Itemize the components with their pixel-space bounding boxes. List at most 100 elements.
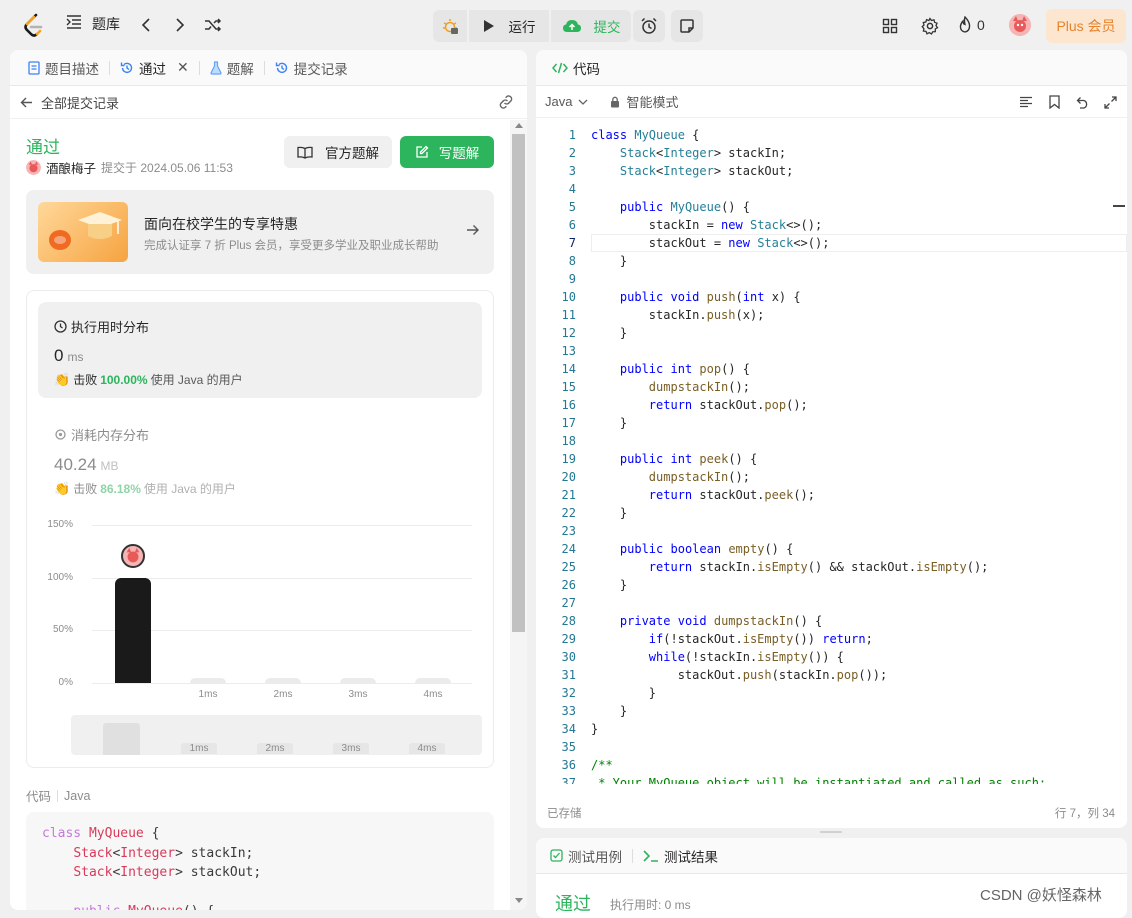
clap-icon: 👏 <box>54 480 71 496</box>
line-number: 30 <box>561 650 576 664</box>
code-preview-line: class MyQueue { <box>42 826 160 841</box>
plus-membership-button[interactable]: Plus 会员 <box>1046 9 1126 43</box>
timer-button[interactable] <box>633 10 665 42</box>
line-number: 32 <box>561 686 576 700</box>
user-avatar[interactable] <box>1009 14 1031 36</box>
next-problem-button[interactable] <box>164 9 196 41</box>
avatar[interactable] <box>26 160 41 175</box>
line-number: 8 <box>568 254 576 268</box>
run-submit-group: 运行 提交 <box>433 10 631 42</box>
line-number: 34 <box>561 722 576 736</box>
submission-detail: 通过 酒酿梅子 提交于 2024.05.06 11:53 官方题解 写题解 面向… <box>10 120 510 910</box>
chart-bar[interactable] <box>415 678 451 683</box>
code-line: stackIn.push(x); <box>591 308 765 322</box>
code-line: return stackOut.peek(); <box>648 488 815 502</box>
code-line: public int peek() { <box>619 452 758 466</box>
chart-bar[interactable] <box>340 678 376 683</box>
scroll-thumb[interactable] <box>512 134 525 632</box>
memory-beat-row: 👏 击败 86.18% 使用 Java 的用户 <box>54 480 236 497</box>
layout-grid-icon <box>882 18 898 34</box>
expand-icon <box>1103 95 1117 109</box>
debug-button[interactable] <box>433 10 467 42</box>
checkbox-icon <box>550 849 563 862</box>
gear-icon <box>921 17 939 35</box>
submitter-row: 酒酿梅子 提交于 2024.05.06 11:53 <box>26 158 233 177</box>
line-number: 4 <box>568 182 576 196</box>
run-button[interactable]: 运行 <box>469 10 549 42</box>
play-icon <box>483 20 494 32</box>
line-number: 18 <box>561 434 576 448</box>
language-select[interactable]: Java <box>545 94 588 109</box>
tab-test-result[interactable]: 测试结果 <box>637 838 724 874</box>
promo-title: 面向在校学生的专享特惠 <box>144 216 298 232</box>
code-line: } <box>591 704 628 718</box>
chevron-left-icon <box>141 18 150 32</box>
code-preview-line <box>42 883 478 903</box>
tab-code[interactable]: 代码 <box>546 50 606 86</box>
tab-description[interactable]: 题目描述 <box>22 50 105 86</box>
memory-title-row: 消耗内存分布 <box>54 425 149 444</box>
chart-bar[interactable] <box>265 678 301 683</box>
link-icon[interactable] <box>498 95 514 112</box>
tab-testcases[interactable]: 测试用例 <box>544 838 628 874</box>
chart-bar[interactable] <box>190 678 226 683</box>
notes-button[interactable] <box>671 10 703 42</box>
fullscreen-button[interactable] <box>1094 86 1126 118</box>
username[interactable]: 酒酿梅子 <box>46 158 96 177</box>
code-line: public MyQueue() { <box>619 200 750 214</box>
y-tick-label: 100% <box>47 571 73 583</box>
random-problem-button[interactable] <box>197 9 229 41</box>
scroll-up-arrow[interactable] <box>515 123 523 128</box>
runtime-beat-row: 👏 击败 100.00% 使用 Java 的用户 <box>54 371 243 388</box>
code-preview-lines: class MyQueue { Stack<Integer> stackIn; … <box>42 824 478 910</box>
code-editor[interactable]: 1 2 3 4 5 6 7 8 9 10 11 12 13 14 15 16 17 18 19 20 21 22 23 24 2… <box>536 126 1127 784</box>
code-label: 代码 <box>26 790 52 804</box>
tab-submissions[interactable]: 提交记录 <box>269 50 354 86</box>
grid-line <box>92 577 472 579</box>
write-solution-button[interactable]: 写题解 <box>400 136 494 168</box>
line-number: 23 <box>561 524 576 538</box>
official-solution-button[interactable]: 官方题解 <box>284 136 392 168</box>
y-tick-label: 50% <box>52 624 73 636</box>
editor-panel: 代码 Java 智能模式 1 2 3 4 5 6 7 8 9 10 11 12 13 14 15 16 17 18… <box>536 50 1127 828</box>
tab-accepted[interactable]: 通过 ✕ <box>114 50 195 86</box>
memory-section[interactable]: 消耗内存分布 40.24 MB 👏 击败 86.18% 使用 Java 的用户 <box>38 409 482 505</box>
code-line: return stackIn.isEmpty() && stackOut.isE… <box>648 560 989 574</box>
chart-bar[interactable] <box>115 577 151 683</box>
problem-bank-button[interactable]: 题库 <box>66 14 120 34</box>
scroll-down-arrow[interactable] <box>515 898 523 903</box>
panel-resize-handle[interactable] <box>820 831 842 833</box>
tab-accepted-label: 通过 <box>139 61 166 77</box>
mini-tick-label: 1ms <box>181 743 217 754</box>
chip-icon <box>55 429 66 440</box>
leetcode-logo[interactable] <box>18 9 50 41</box>
terminal-icon <box>643 849 658 862</box>
submit-label: 提交 <box>593 20 621 35</box>
streak-counter[interactable]: 0 <box>958 16 985 33</box>
watermark: CSDN @妖怪森林 <box>980 887 1102 904</box>
layout-button[interactable] <box>874 10 906 42</box>
code-line: dumpstackIn(); <box>648 470 750 484</box>
runtime-section[interactable]: 执行用时分布 0 ms 👏 击败 100.00% 使用 Java 的用户 <box>38 302 482 398</box>
left-tab-bar: 题目描述 通过 ✕ 题解 提交记录 <box>10 50 527 86</box>
smart-mode-toggle[interactable]: 智能模式 <box>610 92 678 111</box>
settings-button[interactable] <box>914 10 946 42</box>
student-promo-banner[interactable]: 面向在校学生的专享特惠 完成认证享 7 折 Plus 会员，享受更多学业及职业成… <box>26 190 494 274</box>
y-tick-label: 150% <box>47 519 73 530</box>
prev-problem-button[interactable] <box>130 9 162 41</box>
chevron-down-icon <box>579 99 588 105</box>
code-line: private void dumpstackIn() { <box>619 614 823 628</box>
back-to-submissions-link[interactable]: 全部提交记录 <box>20 93 119 112</box>
line-number: 11 <box>561 308 576 322</box>
close-tab-icon[interactable]: ✕ <box>177 59 189 76</box>
flask-icon <box>210 60 222 75</box>
tab-divider <box>109 60 110 75</box>
submit-button[interactable]: 提交 <box>551 10 631 42</box>
console-tab-bar: 测试用例 测试结果 <box>536 838 1127 874</box>
mini-range-bar[interactable]: 1ms 2ms 3ms 4ms <box>71 715 482 755</box>
console-panel: 测试用例 测试结果 通过 执行用时: 0 ms <box>536 838 1127 918</box>
line-number: 25 <box>561 560 576 574</box>
left-scrollbar[interactable] <box>510 120 527 910</box>
tab-solutions[interactable]: 题解 <box>204 50 260 86</box>
